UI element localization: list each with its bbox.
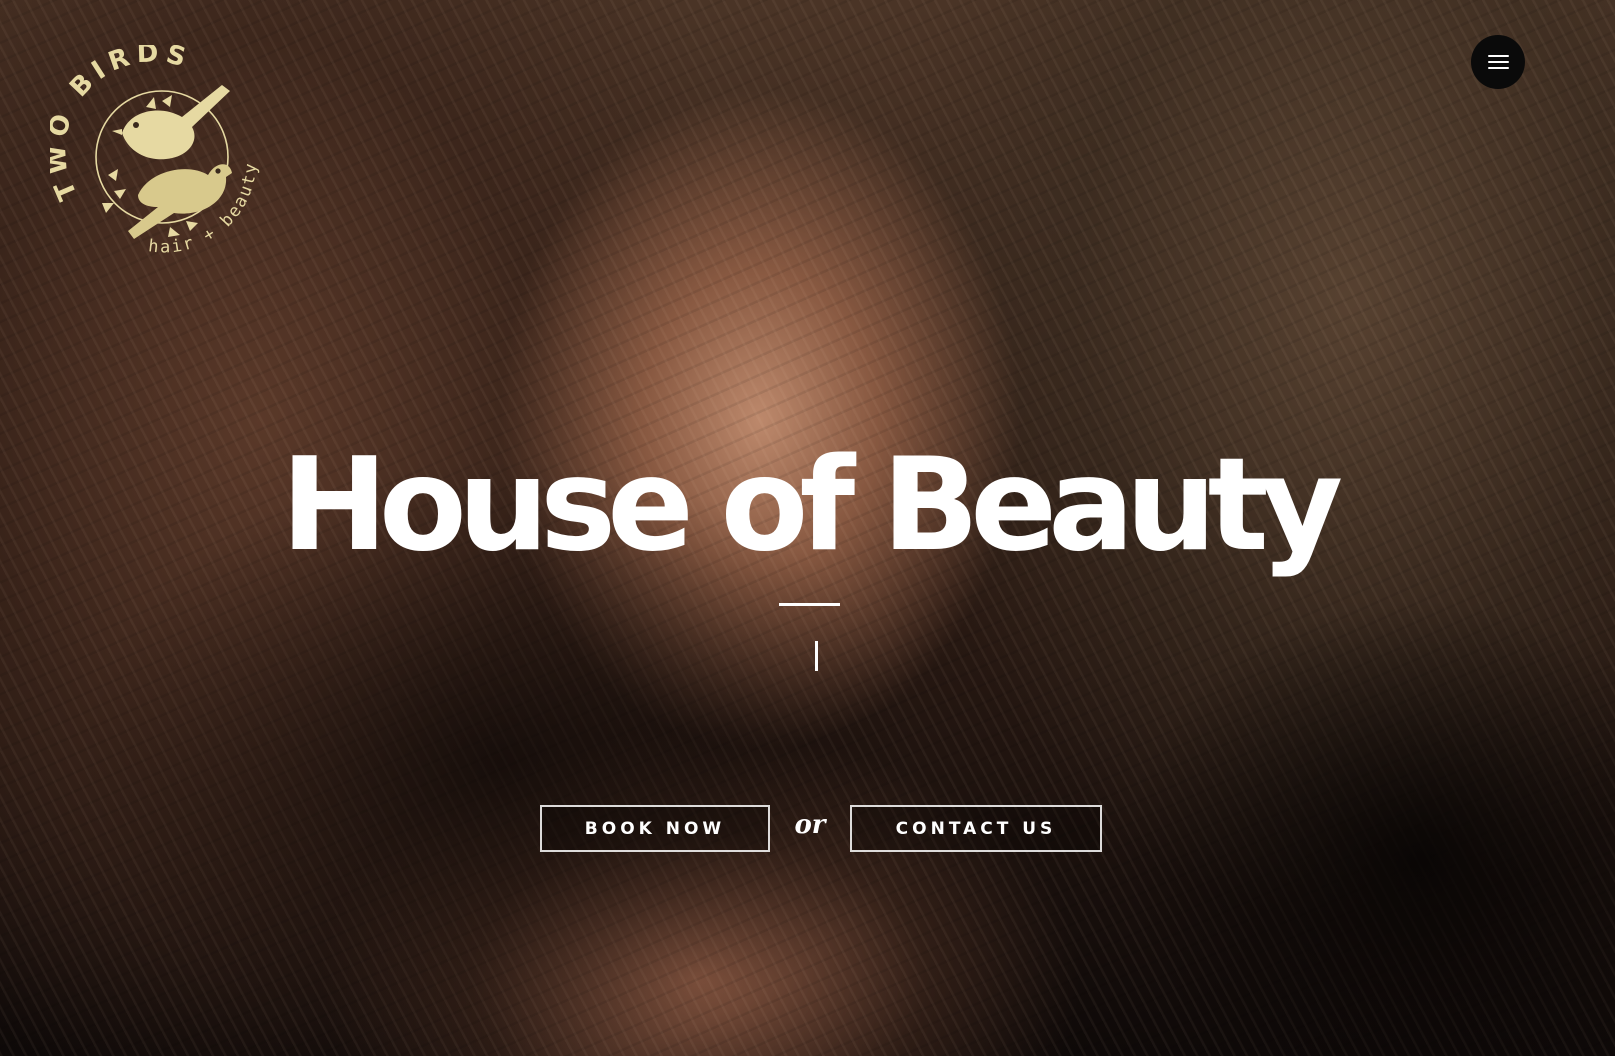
or-separator: or (794, 810, 826, 840)
contact-us-button[interactable]: CONTACT US (850, 805, 1102, 852)
menu-button[interactable] (1471, 35, 1525, 89)
two-birds-logo-icon: TWO BIRDS hair + beauty (50, 45, 259, 258)
typing-caret (815, 641, 818, 671)
hamburger-menu-icon (1487, 55, 1509, 69)
headline-divider (779, 603, 840, 606)
hero-section: TWO BIRDS hair + beauty House of Beauty (0, 0, 1615, 1056)
site-logo[interactable]: TWO BIRDS hair + beauty (50, 45, 270, 265)
hero-headline: House of Beauty (280, 431, 1343, 580)
book-now-button[interactable]: BOOK NOW (540, 805, 770, 852)
